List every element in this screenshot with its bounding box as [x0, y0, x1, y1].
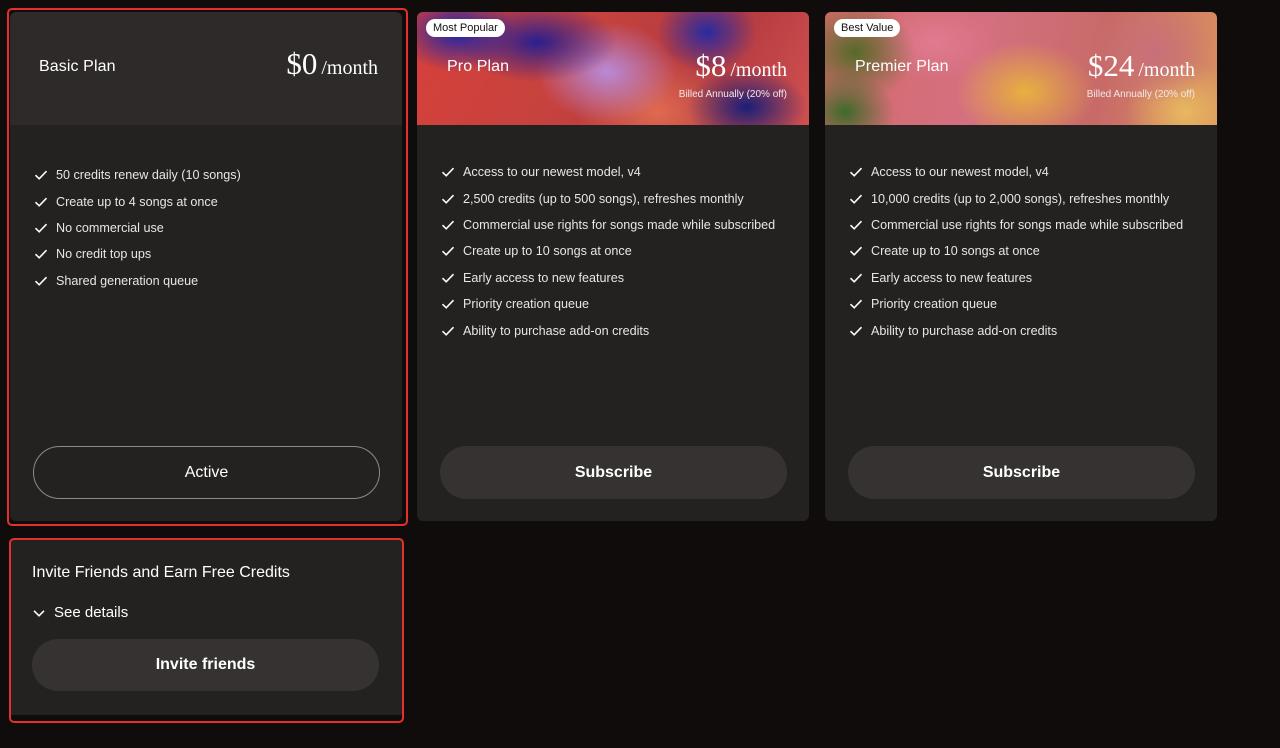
check-icon — [849, 218, 863, 232]
price-amount: $8 — [695, 48, 727, 83]
feature-item: Shared generation queue — [34, 268, 241, 294]
feature-item: 50 credits renew daily (10 songs) — [34, 162, 241, 188]
check-icon — [34, 221, 48, 235]
pro-plan-header: Most Popular Pro Plan $8/month Billed An… — [417, 12, 809, 125]
premier-plan-header: Best Value Premier Plan $24/month Billed… — [825, 12, 1217, 125]
feature-item: No commercial use — [34, 215, 241, 241]
feature-label: Create up to 4 songs at once — [56, 194, 218, 209]
feature-label: 2,500 credits (up to 500 songs), refresh… — [463, 191, 744, 206]
pro-subscribe-button[interactable]: Subscribe — [440, 446, 787, 499]
chevron-down-icon — [32, 606, 46, 620]
check-icon — [34, 274, 48, 288]
feature-label: Commercial use rights for songs made whi… — [871, 217, 1184, 232]
check-icon — [34, 168, 48, 182]
price-unit: /month — [730, 59, 787, 81]
check-icon — [441, 218, 455, 232]
check-icon — [34, 247, 48, 261]
feature-item: 2,500 credits (up to 500 songs), refresh… — [441, 185, 775, 211]
feature-item: Ability to purchase add-on credits — [441, 317, 775, 343]
feature-item: Commercial use rights for songs made whi… — [441, 212, 775, 238]
see-details-label: See details — [54, 604, 129, 621]
feature-label: Early access to new features — [871, 270, 1032, 285]
feature-item: Access to our newest model, v4 — [849, 159, 1183, 185]
feature-label: Ability to purchase add-on credits — [463, 323, 650, 338]
price-amount: $0 — [286, 46, 318, 81]
check-icon — [849, 165, 863, 179]
feature-item: Create up to 10 songs at once — [849, 238, 1183, 264]
check-icon — [441, 165, 455, 179]
feature-item: Create up to 4 songs at once — [34, 188, 241, 214]
basic-plan-header: Basic Plan $0/month — [10, 12, 402, 125]
see-details-toggle[interactable]: See details — [32, 604, 128, 621]
check-icon — [441, 244, 455, 258]
check-icon — [849, 271, 863, 285]
check-icon — [849, 324, 863, 338]
feature-label: No credit top ups — [56, 247, 152, 262]
feature-list: Access to our newest model, v4 2,500 cre… — [441, 159, 775, 344]
feature-label: Access to our newest model, v4 — [463, 165, 641, 180]
plan-name: Basic Plan — [39, 58, 116, 75]
feature-label: 10,000 credits (up to 2,000 songs), refr… — [871, 191, 1170, 206]
feature-item: No credit top ups — [34, 241, 241, 267]
basic-plan-card: Basic Plan $0/month 50 credits renew dai… — [10, 12, 402, 521]
invite-title: Invite Friends and Earn Free Credits — [32, 564, 290, 581]
feature-item: Ability to purchase add-on credits — [849, 317, 1183, 343]
feature-label: 50 credits renew daily (10 songs) — [56, 168, 241, 183]
check-icon — [34, 195, 48, 209]
best-value-badge: Best Value — [834, 19, 901, 37]
feature-label: Access to our newest model, v4 — [871, 165, 1049, 180]
invite-friends-button[interactable]: Invite friends — [32, 639, 379, 691]
feature-label: Shared generation queue — [56, 273, 199, 288]
price-unit: /month — [1138, 59, 1195, 81]
feature-label: Commercial use rights for songs made whi… — [463, 217, 776, 232]
plan-name: Premier Plan — [855, 58, 949, 75]
feature-label: Create up to 10 songs at once — [463, 244, 632, 259]
plan-price: $8/month — [695, 48, 787, 84]
feature-item: Early access to new features — [441, 265, 775, 291]
active-button[interactable]: Active — [33, 446, 380, 499]
feature-item: Create up to 10 songs at once — [441, 238, 775, 264]
price-unit: /month — [321, 57, 378, 79]
check-icon — [441, 192, 455, 206]
check-icon — [849, 192, 863, 206]
invite-friends-card: Invite Friends and Earn Free Credits See… — [10, 540, 402, 715]
premier-plan-card: Best Value Premier Plan $24/month Billed… — [825, 12, 1217, 521]
plan-price: $24/month — [1088, 48, 1195, 84]
premier-subscribe-button[interactable]: Subscribe — [848, 446, 1195, 499]
feature-list: 50 credits renew daily (10 songs) Create… — [34, 162, 241, 294]
feature-item: Priority creation queue — [849, 291, 1183, 317]
plan-name: Pro Plan — [447, 58, 510, 75]
feature-label: Ability to purchase add-on credits — [871, 323, 1058, 338]
price-amount: $24 — [1087, 48, 1135, 83]
feature-label: Priority creation queue — [463, 297, 590, 312]
check-icon — [441, 271, 455, 285]
check-icon — [849, 297, 863, 311]
feature-label: Create up to 10 songs at once — [871, 244, 1040, 259]
billed-annually-note: Billed Annually (20% off) — [1086, 89, 1195, 100]
feature-label: No commercial use — [56, 220, 164, 235]
check-icon — [441, 297, 455, 311]
most-popular-badge: Most Popular — [426, 19, 505, 37]
feature-item: Priority creation queue — [441, 291, 775, 317]
check-icon — [441, 324, 455, 338]
plan-price: $0/month — [286, 46, 378, 82]
pro-plan-card: Most Popular Pro Plan $8/month Billed An… — [417, 12, 809, 521]
feature-label: Early access to new features — [463, 270, 624, 285]
feature-item: Commercial use rights for songs made whi… — [849, 212, 1183, 238]
feature-label: Priority creation queue — [871, 297, 998, 312]
feature-item: Early access to new features — [849, 265, 1183, 291]
billed-annually-note: Billed Annually (20% off) — [678, 89, 787, 100]
feature-item: Access to our newest model, v4 — [441, 159, 775, 185]
check-icon — [849, 244, 863, 258]
feature-list: Access to our newest model, v4 10,000 cr… — [849, 159, 1183, 344]
feature-item: 10,000 credits (up to 2,000 songs), refr… — [849, 185, 1183, 211]
